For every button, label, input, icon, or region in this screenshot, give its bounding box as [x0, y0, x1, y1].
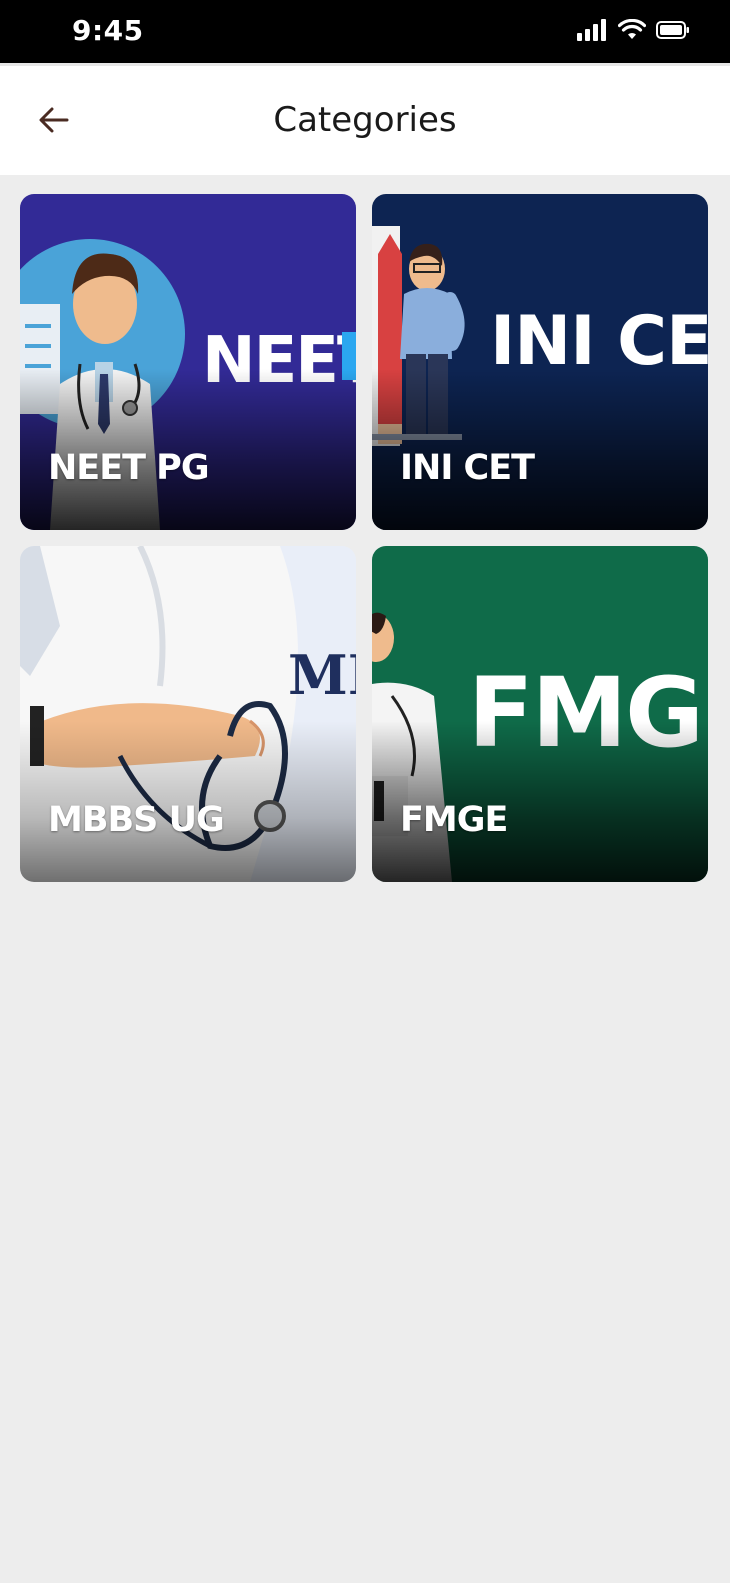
signal-icon: [577, 19, 606, 41]
battery-icon: [656, 21, 689, 39]
category-card-fmge[interactable]: FMG FMGE: [372, 546, 708, 882]
category-card-ini-cet[interactable]: INI CE INI CET: [372, 194, 708, 530]
status-bar: 9:45: [0, 0, 730, 63]
page-title: Categories: [273, 100, 457, 140]
category-card-mbbs-ug[interactable]: MI MBBS UG: [20, 546, 356, 882]
wifi-icon: [618, 19, 646, 39]
category-label-neet-pg: NEET PG: [48, 448, 210, 488]
category-label-ini-cet: INI CET: [400, 448, 535, 488]
mbbs-banner-text: MI: [288, 643, 356, 707]
status-time: 9:45: [72, 14, 144, 47]
category-label-mbbs-ug: MBBS UG: [48, 800, 225, 840]
status-icons: [576, 19, 690, 41]
category-label-fmge: FMGE: [400, 800, 508, 840]
category-card-neet-pg[interactable]: NEET P NEET PG: [20, 194, 356, 530]
app-header: Categories: [0, 63, 730, 175]
